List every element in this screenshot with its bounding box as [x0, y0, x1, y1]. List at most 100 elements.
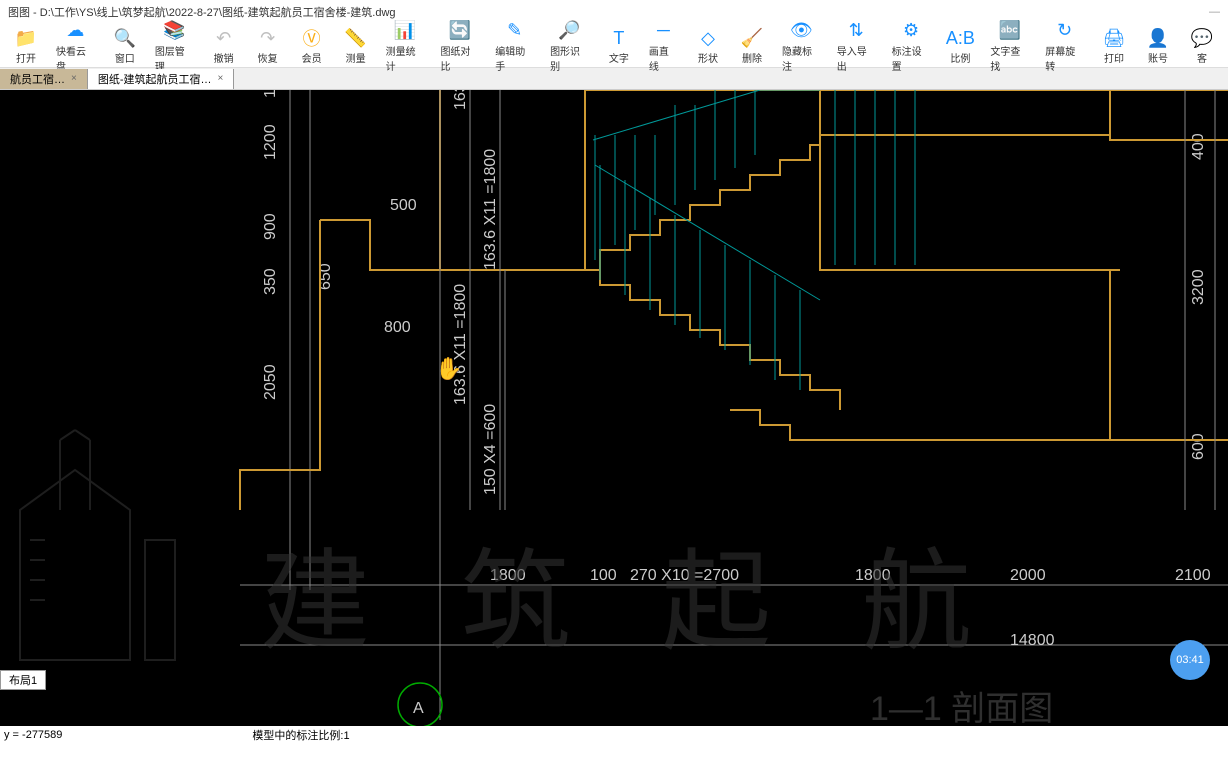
- 删除-icon: 🧹: [740, 26, 764, 50]
- tool-编辑助手[interactable]: ✎编辑助手: [487, 17, 542, 75]
- dim-text: 900: [262, 213, 279, 240]
- app-prefix: 图图 -: [8, 7, 40, 19]
- dim-text: 163: [452, 90, 469, 110]
- 导入导出-icon: ⇅: [844, 19, 868, 43]
- tool-快看云盘[interactable]: ☁快看云盘: [48, 17, 103, 75]
- tool-形状[interactable]: ◇形状: [686, 24, 730, 67]
- tool-图形识别[interactable]: 🔎图形识别: [542, 17, 597, 75]
- close-icon[interactable]: ×: [218, 73, 224, 84]
- tool-文字[interactable]: T文字: [597, 24, 641, 67]
- watermark-text: 建 筑 起 航: [260, 541, 1002, 664]
- tool-label: 图纸对比: [440, 43, 479, 73]
- tool-客[interactable]: 💬客: [1180, 24, 1224, 67]
- tool-label: 打印: [1104, 50, 1124, 65]
- tool-label: 恢复: [258, 50, 278, 65]
- tool-打开[interactable]: 📁打开: [4, 24, 48, 67]
- 会员-icon: Ⓥ: [300, 26, 324, 50]
- 快看云盘-icon: ☁: [63, 19, 87, 43]
- 编辑助手-icon: ✎: [503, 19, 527, 43]
- tool-会员[interactable]: Ⓥ会员: [290, 24, 334, 67]
- dim-text: 1200: [262, 124, 279, 160]
- toolbar: 📁打开☁快看云盘🔍窗口📚图层管理↶撤销↷恢复Ⓥ会员📏测量📊测量统计🔄图纸对比✎编…: [0, 24, 1228, 68]
- 撤销-icon: ↶: [212, 26, 236, 50]
- tool-label: 文字查找: [990, 43, 1029, 73]
- 画直线-icon: ─: [651, 19, 675, 43]
- 测量-icon: 📏: [344, 26, 368, 50]
- tool-label: 编辑助手: [495, 43, 534, 73]
- 形状-icon: ◇: [696, 26, 720, 50]
- tool-账号[interactable]: 👤账号: [1136, 24, 1180, 67]
- tool-label: 删除: [742, 50, 762, 65]
- 测量统计-icon: 📊: [393, 19, 417, 43]
- status-bar: y = -277589 模型中的标注比例:1: [0, 726, 1228, 744]
- 隐藏标注-icon: 👁: [789, 19, 813, 43]
- tool-图层管理[interactable]: 📚图层管理: [147, 17, 202, 75]
- coords-readout: y = -277589: [4, 729, 62, 741]
- 恢复-icon: ↷: [256, 26, 280, 50]
- tool-label: 打开: [16, 50, 36, 65]
- tool-删除[interactable]: 🧹删除: [730, 24, 774, 67]
- 图纸对比-icon: 🔄: [448, 19, 472, 43]
- tool-导入导出[interactable]: ⇅导入导出: [829, 17, 884, 75]
- tool-label: 屏幕旋转: [1045, 43, 1084, 73]
- tool-隐藏标注[interactable]: 👁隐藏标注: [774, 17, 829, 75]
- minimize-button[interactable]: —: [1209, 6, 1220, 18]
- close-icon[interactable]: ×: [71, 73, 77, 84]
- dim-text: 600: [1190, 433, 1207, 460]
- tool-恢复[interactable]: ↷恢复: [246, 24, 290, 67]
- tool-label: 图形识别: [550, 43, 589, 73]
- 打印-icon: 🖨: [1102, 26, 1126, 50]
- tool-label: 比例: [950, 50, 970, 65]
- drawing-canvas[interactable]: 15 1200 900 350 650 2050 500 800 163 163…: [0, 90, 1228, 726]
- tool-打印[interactable]: 🖨打印: [1092, 24, 1136, 67]
- dim-text: 2050: [262, 364, 279, 400]
- dim-text: 2000: [1010, 567, 1046, 584]
- tool-标注设置[interactable]: ⚙标注设置: [884, 17, 939, 75]
- tool-label: 画直线: [649, 43, 678, 73]
- 账号-icon: 👤: [1146, 26, 1170, 50]
- tool-画直线[interactable]: ─画直线: [641, 17, 686, 75]
- dim-text: 350: [262, 268, 279, 295]
- tool-label: 标注设置: [892, 43, 931, 73]
- tool-label: 测量: [346, 50, 366, 65]
- tool-label: 账号: [1148, 50, 1168, 65]
- 标注设置-icon: ⚙: [899, 19, 923, 43]
- tool-测量[interactable]: 📏测量: [334, 24, 378, 67]
- 图层管理-icon: 📚: [162, 19, 186, 43]
- 文字-icon: T: [607, 26, 631, 50]
- dim-text: 500: [390, 197, 417, 214]
- tool-label: 窗口: [115, 50, 135, 65]
- 比例-icon: A:B: [948, 26, 972, 50]
- tool-label: 客: [1197, 50, 1207, 65]
- tool-label: 隐藏标注: [782, 43, 821, 73]
- tool-label: 文字: [609, 50, 629, 65]
- tool-label: 会员: [302, 50, 322, 65]
- video-timestamp: 03:41: [1170, 640, 1210, 680]
- tool-测量统计[interactable]: 📊测量统计: [378, 17, 433, 75]
- document-tab[interactable]: 航员工宿… ×: [0, 69, 88, 89]
- tool-屏幕旋转[interactable]: ↻屏幕旋转: [1037, 17, 1092, 75]
- tool-label: 导入导出: [837, 43, 876, 73]
- tab-label: 航员工宿…: [10, 71, 65, 87]
- dim-text: 14800: [1010, 632, 1055, 649]
- dim-text: 800: [384, 319, 411, 336]
- dim-text: 163.6 X11 =1800: [452, 284, 469, 405]
- grid-label: A: [413, 700, 424, 717]
- dim-text: 2100: [1175, 567, 1211, 584]
- tool-label: 撤销: [214, 50, 234, 65]
- 窗口-icon: 🔍: [113, 26, 137, 50]
- tool-label: 测量统计: [386, 43, 425, 73]
- layout-tab[interactable]: 布局1: [0, 670, 46, 690]
- tool-比例[interactable]: A:B比例: [938, 24, 982, 67]
- dim-text: 150 X4 =600: [482, 404, 499, 495]
- tool-文字查找[interactable]: 🔤文字查找: [982, 17, 1037, 75]
- 文字查找-icon: 🔤: [998, 19, 1022, 43]
- tool-图纸对比[interactable]: 🔄图纸对比: [432, 17, 487, 75]
- section-title: 1—1 剖面图: [870, 690, 1053, 726]
- tool-窗口[interactable]: 🔍窗口: [103, 24, 147, 67]
- 打开-icon: 📁: [14, 26, 38, 50]
- tab-label: 图纸-建筑起航员工宿…: [98, 71, 212, 87]
- tool-撤销[interactable]: ↶撤销: [202, 24, 246, 67]
- document-tab[interactable]: 图纸-建筑起航员工宿… ×: [88, 69, 235, 89]
- 屏幕旋转-icon: ↻: [1053, 19, 1077, 43]
